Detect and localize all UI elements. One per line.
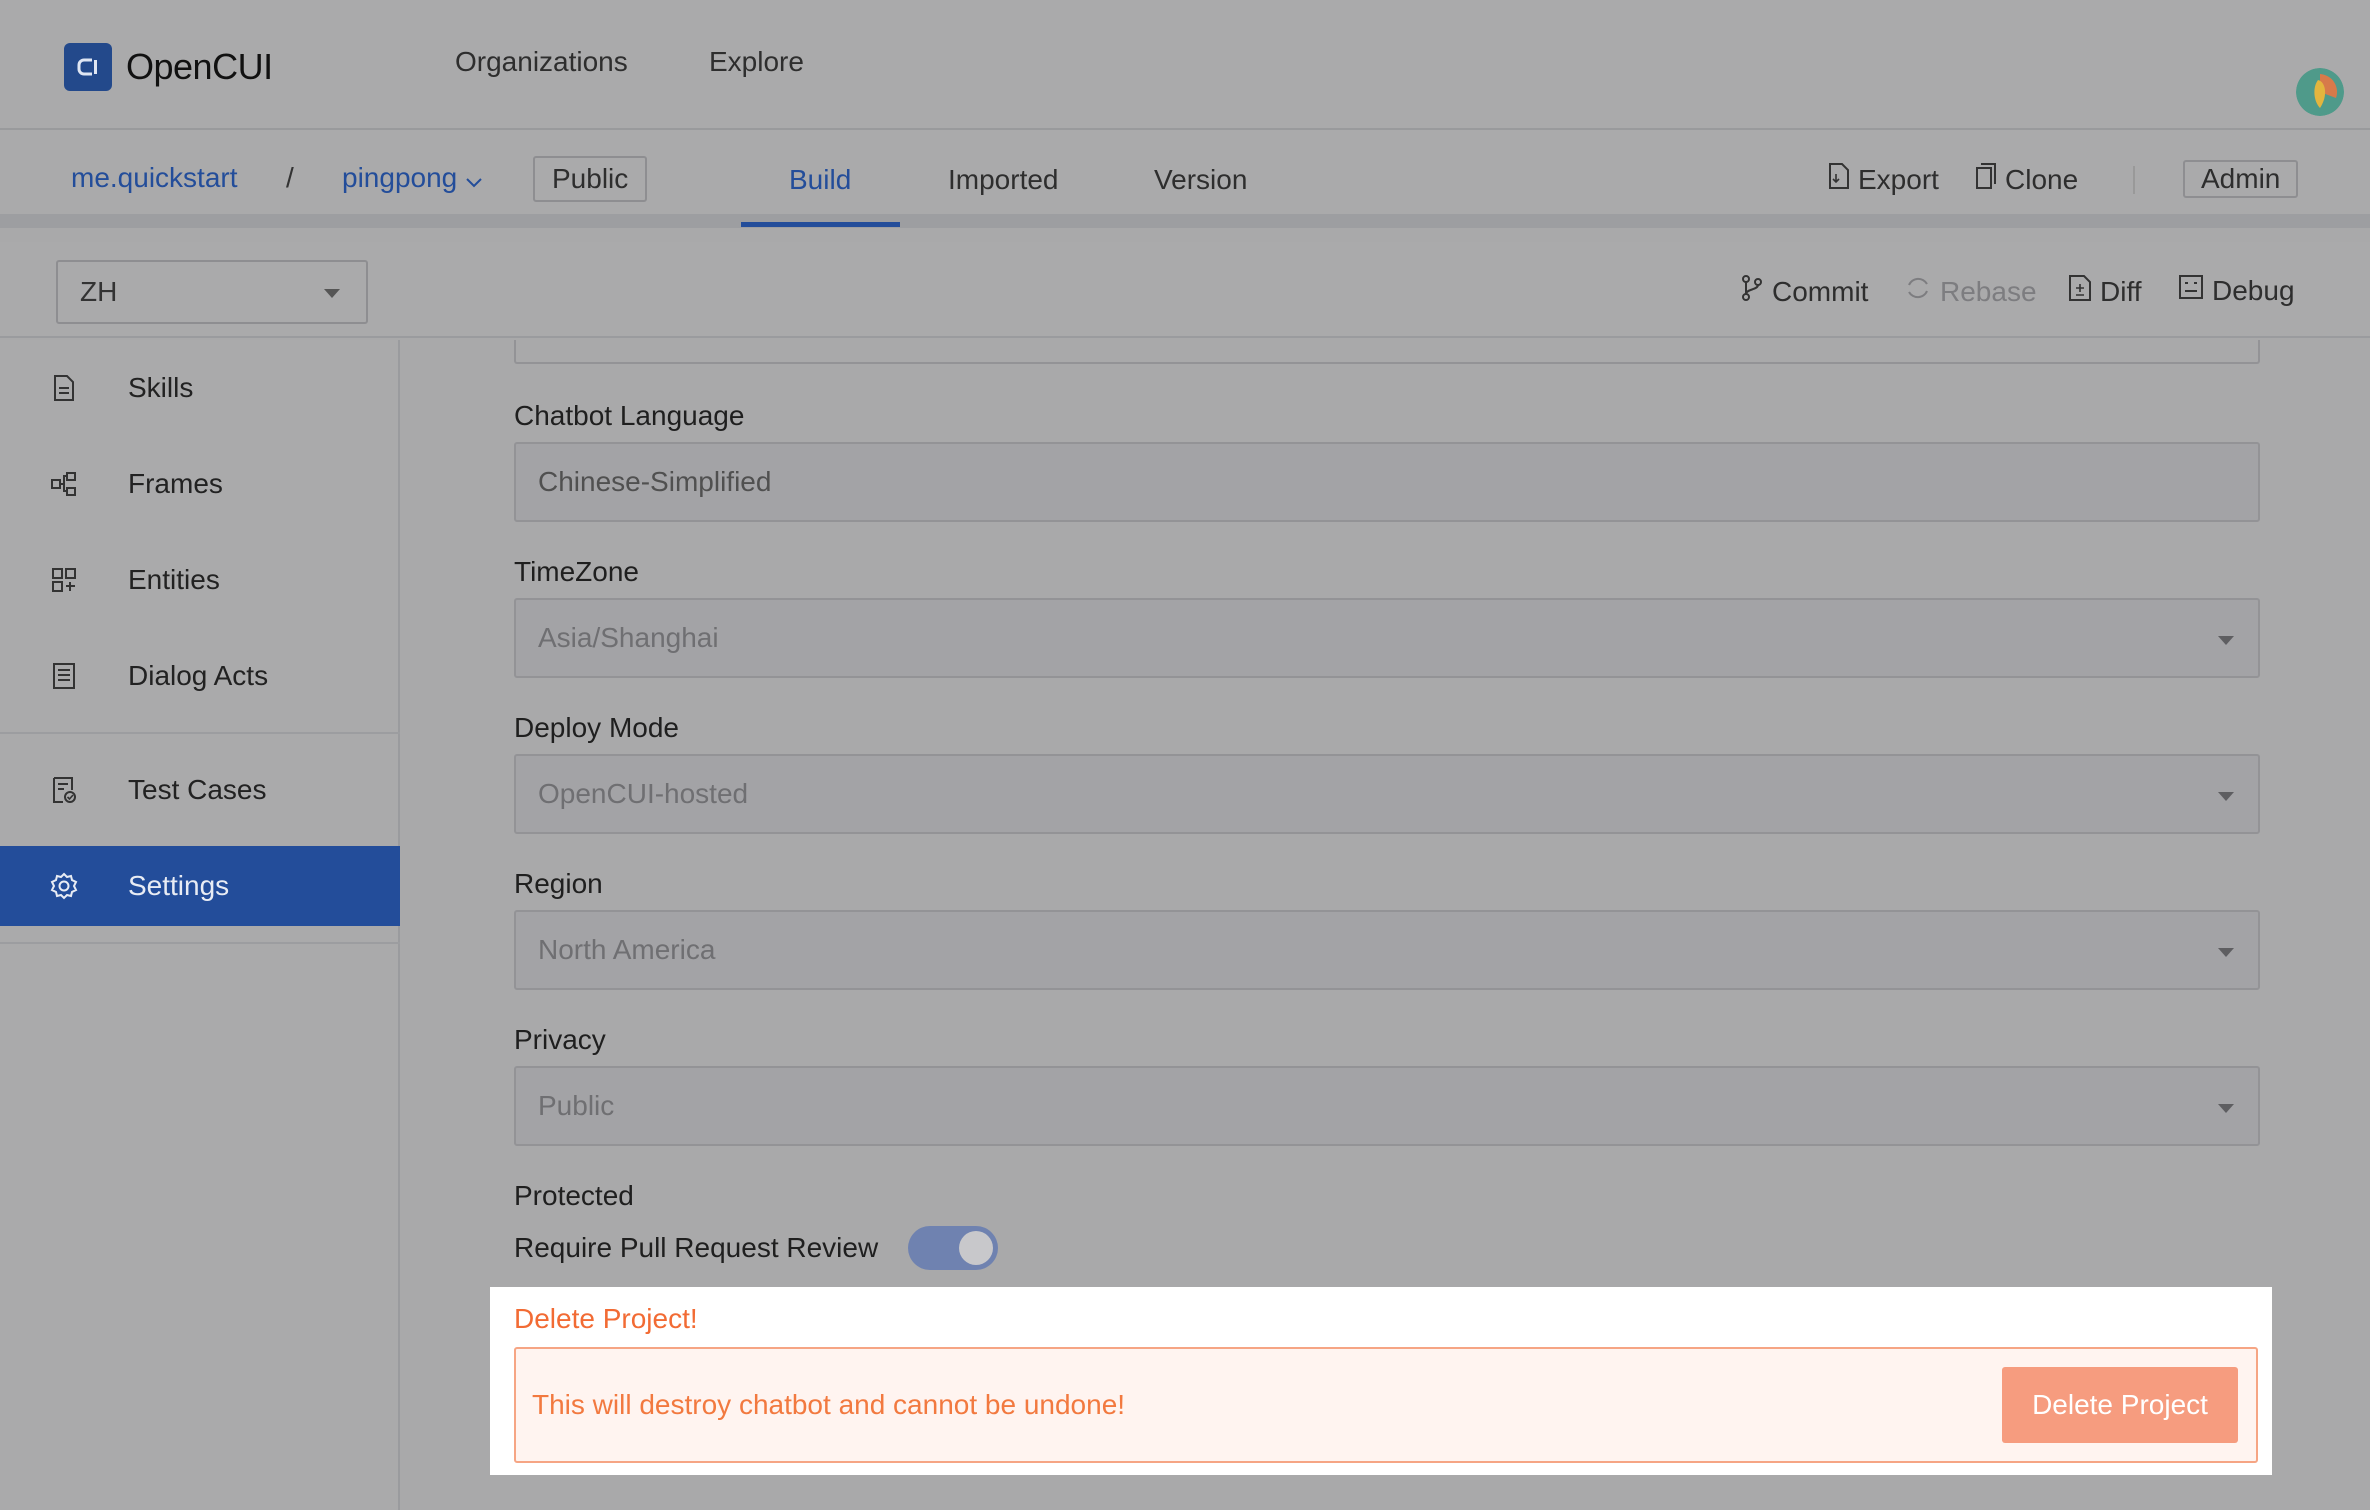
branch-icon — [1740, 274, 1772, 309]
sidebar-item-label: Skills — [128, 372, 194, 403]
action-divider — [2133, 166, 2135, 194]
tab-version[interactable]: Version — [1154, 164, 1247, 196]
privacy-select[interactable]: Public — [514, 1066, 2260, 1146]
language-value: ZH — [80, 276, 118, 307]
opencui-logo-icon — [64, 43, 112, 91]
toggle-knob — [959, 1231, 993, 1265]
refresh-icon — [1904, 274, 1940, 309]
rebase-button[interactable]: Rebase — [1904, 274, 2037, 309]
timezone-select[interactable]: Asia/Shanghai — [514, 598, 2260, 678]
export-button[interactable]: Export — [1828, 162, 1939, 197]
commit-button[interactable]: Commit — [1740, 274, 1868, 309]
region-label: Region — [514, 868, 603, 899]
clone-icon — [1975, 162, 2005, 197]
top-header: OpenCUI Organizations Explore — [0, 0, 2370, 130]
sidebar-item-frames[interactable]: Frames — [0, 444, 400, 524]
tab-imported[interactable]: Imported — [948, 164, 1059, 196]
caret-down-icon — [2218, 636, 2234, 645]
export-icon — [1828, 162, 1858, 197]
rebase-label: Rebase — [1940, 275, 2037, 307]
deploy-mode-value: OpenCUI-hosted — [538, 778, 749, 809]
privacy-label: Privacy — [514, 1024, 606, 1055]
privacy-value: Public — [538, 1090, 615, 1121]
caret-down-icon — [2218, 948, 2234, 957]
project-bar: me.quickstart / pingpong Public Build Im… — [0, 130, 2370, 228]
caret-down-icon — [324, 289, 340, 298]
debug-label: Debug — [2212, 274, 2295, 306]
sidebar-item-label: Frames — [128, 468, 223, 499]
project-name: pingpong — [342, 162, 458, 193]
diff-label: Diff — [2100, 275, 2142, 307]
sidebar-item-skills[interactable]: Skills — [0, 348, 400, 428]
deploy-mode-select[interactable]: OpenCUI-hosted — [514, 754, 2260, 834]
document-icon — [50, 374, 78, 402]
nav-explore[interactable]: Explore — [709, 46, 804, 78]
chatbot-language-label: Chatbot Language — [514, 400, 745, 431]
language-select[interactable]: ZH — [56, 260, 368, 324]
grid-icon — [50, 566, 78, 594]
frames-icon — [50, 470, 78, 498]
sidebar-item-label: Settings — [128, 870, 230, 901]
visibility-badge: Public — [533, 156, 648, 202]
sidebar-divider — [0, 732, 400, 734]
commit-label: Commit — [1772, 275, 1869, 307]
role-badge: Admin — [2183, 160, 2299, 198]
sidebar-item-settings[interactable]: Settings — [0, 846, 400, 926]
sidebar-item-label: Test Cases — [128, 774, 267, 805]
user-avatar[interactable] — [2296, 68, 2344, 116]
sidebar-item-label: Entities — [128, 564, 220, 595]
sidebar-item-label: Dialog Acts — [128, 660, 269, 691]
chatbot-language-field: Chinese-Simplified — [514, 442, 2260, 522]
list-doc-icon — [50, 662, 78, 690]
danger-zone: Delete Project! This will destroy chatbo… — [490, 1287, 2272, 1475]
gear-icon — [50, 872, 78, 900]
region-select[interactable]: North America — [514, 910, 2260, 990]
breadcrumb-separator: / — [286, 162, 294, 193]
danger-message: This will destroy chatbot and cannot be … — [532, 1389, 1126, 1420]
sidebar-divider — [0, 942, 400, 944]
export-label: Export — [1858, 163, 1939, 195]
tab-build[interactable]: Build — [789, 164, 851, 196]
timezone-label: TimeZone — [514, 556, 640, 587]
region-value: North America — [538, 934, 716, 965]
breadcrumb-org[interactable]: me.quickstart — [71, 162, 238, 194]
clone-button[interactable]: Clone — [1975, 162, 2078, 197]
previous-field-input[interactable] — [514, 340, 2260, 364]
danger-title: Delete Project! — [514, 1303, 698, 1334]
clone-label: Clone — [2005, 163, 2079, 195]
test-doc-icon — [50, 776, 78, 804]
editor-toolbar: ZH Commit Rebase Diff Debug — [0, 242, 2370, 338]
timezone-value: Asia/Shanghai — [538, 622, 719, 653]
chevron-down-icon — [465, 164, 483, 196]
delete-project-button[interactable]: Delete Project — [2002, 1367, 2238, 1443]
project-switcher[interactable]: pingpong — [342, 162, 483, 196]
deploy-mode-label: Deploy Mode — [514, 712, 679, 743]
sidebar-item-entities[interactable]: Entities — [0, 540, 400, 620]
chatbot-language-value: Chinese-Simplified — [538, 466, 772, 497]
diff-icon — [2068, 274, 2100, 309]
sidebar-item-test-cases[interactable]: Test Cases — [0, 750, 400, 830]
caret-down-icon — [2218, 1104, 2234, 1113]
debug-icon — [2178, 274, 2212, 307]
nav-organizations[interactable]: Organizations — [455, 46, 628, 78]
require-pr-toggle[interactable] — [908, 1226, 998, 1270]
caret-down-icon — [2218, 792, 2234, 801]
sidebar: Skills Frames Entities Dialog Acts Test … — [0, 340, 400, 1510]
danger-box: This will destroy chatbot and cannot be … — [514, 1347, 2258, 1463]
require-pr-label: Require Pull Request Review — [514, 1232, 879, 1263]
protected-label: Protected — [514, 1180, 634, 1211]
diff-button[interactable]: Diff — [2068, 274, 2142, 309]
sidebar-item-dialog-acts[interactable]: Dialog Acts — [0, 636, 400, 716]
app-logo[interactable]: OpenCUI — [64, 43, 273, 91]
app-name: OpenCUI — [126, 46, 273, 87]
active-tab-indicator — [741, 222, 900, 227]
debug-button[interactable]: Debug — [2178, 274, 2295, 307]
